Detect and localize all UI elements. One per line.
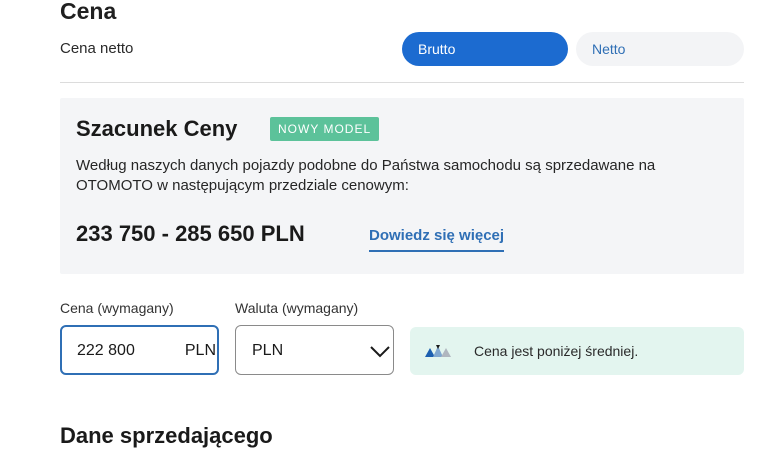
estimate-title: Szacunek Ceny	[76, 116, 238, 141]
price-gauge-icon	[425, 345, 451, 357]
price-indicator-text: Cena jest poniżej średniej.	[474, 343, 639, 359]
price-indicator: Cena jest poniżej średniej.	[410, 327, 744, 375]
estimate-description: Według naszych danych pojazdy podobne do…	[76, 157, 656, 194]
price-field-label: Cena (wymagany)	[60, 300, 174, 316]
chevron-down-icon	[370, 346, 390, 358]
learn-more-link[interactable]: Dowiedz się więcej	[369, 227, 505, 252]
seller-section-title: Dane sprzedającego	[60, 423, 273, 448]
price-estimate-panel: Szacunek Ceny NOWY MODEL Według naszych …	[60, 98, 744, 274]
brutto-toggle-button[interactable]: Brutto	[402, 32, 568, 66]
currency-select[interactable]: PLN	[235, 325, 394, 375]
new-model-badge: NOWY MODEL	[270, 117, 380, 141]
price-section-title: Cena	[60, 0, 117, 24]
price-type-label: Cena netto	[60, 40, 134, 57]
currency-selected-value: PLN	[252, 342, 284, 359]
price-unit-suffix: PLN	[184, 342, 216, 359]
price-input-value[interactable]: 222 800	[77, 342, 135, 360]
estimate-price-range: 233 750 - 285 650 PLN	[76, 221, 305, 246]
section-divider	[60, 82, 744, 83]
netto-toggle-button[interactable]: Netto	[576, 32, 744, 66]
currency-field-label: Waluta (wymagany)	[235, 300, 359, 316]
price-input[interactable]: 222 800 PLN	[60, 325, 219, 375]
